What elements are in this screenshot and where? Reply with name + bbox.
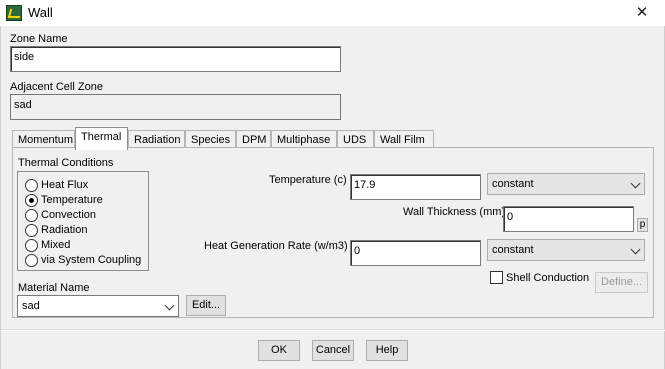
wall-thickness-p-button[interactable]: p [637,218,648,232]
radio-label: Heat Flux [41,179,89,191]
close-button[interactable]: ✕ [619,0,665,26]
material-value: sad [22,300,40,312]
define-button[interactable]: Define... [595,272,648,293]
zone-name-label: Zone Name [10,33,68,45]
wall-thickness-label: Wall Thickness (mm) [403,206,506,218]
temperature-input[interactable]: 17.9 [350,174,481,200]
radio-label: Temperature [41,194,103,206]
radio-circle[interactable] [25,179,38,192]
chevron-down-icon [630,178,641,189]
zone-name-input[interactable]: side [10,46,341,72]
temperature-label: Temperature (c) [269,174,347,186]
ok-button[interactable]: OK [258,340,300,361]
radio-circle[interactable] [25,254,38,267]
material-select[interactable]: sad [17,295,179,317]
chevron-down-icon [630,244,641,255]
cancel-button[interactable]: Cancel [312,340,354,361]
wall-thickness-input[interactable]: 0 [503,206,634,232]
radio-circle[interactable] [25,239,38,252]
radio-label: Radiation [41,224,88,236]
edit-material-button[interactable]: Edit... [186,295,226,316]
radio-circle[interactable] [25,224,38,237]
help-button[interactable]: Help [366,340,408,361]
title-bar: Wall ✕ [0,0,665,26]
material-name-label: Material Name [18,282,90,294]
shell-conduction-label: Shell Conduction [506,272,590,284]
radio-label: Convection [41,209,97,221]
heat-generation-rate-label: Heat Generation Rate (w/m3) [204,240,348,252]
temperature-method-value: constant [492,178,534,190]
shell-conduction-checkbox[interactable] [490,271,503,284]
footer-divider-highlight [1,330,665,331]
fluent-app-icon [6,5,22,21]
radio-label: Mixed [41,239,71,251]
heat-generation-rate-input[interactable]: 0 [350,240,481,266]
radio-circle[interactable] [25,209,38,222]
thermal-conditions-label: Thermal Conditions [18,157,114,169]
temperature-method-select[interactable]: constant [487,173,645,195]
radio-label: via System Coupling [41,254,142,266]
heat-generation-method-value: constant [492,244,534,256]
adjacent-cell-zone-label: Adjacent Cell Zone [10,81,103,93]
window-title: Wall [28,5,53,20]
wall-dialog: Zone Name side Adjacent Cell Zone sad Mo… [0,26,665,369]
tab-thermal[interactable]: Thermal [75,127,128,150]
radio-circle-checked[interactable] [25,194,38,207]
heat-generation-method-select[interactable]: constant [487,239,645,261]
chevron-down-icon [164,300,175,311]
adjacent-cell-zone-field: sad [10,94,341,120]
